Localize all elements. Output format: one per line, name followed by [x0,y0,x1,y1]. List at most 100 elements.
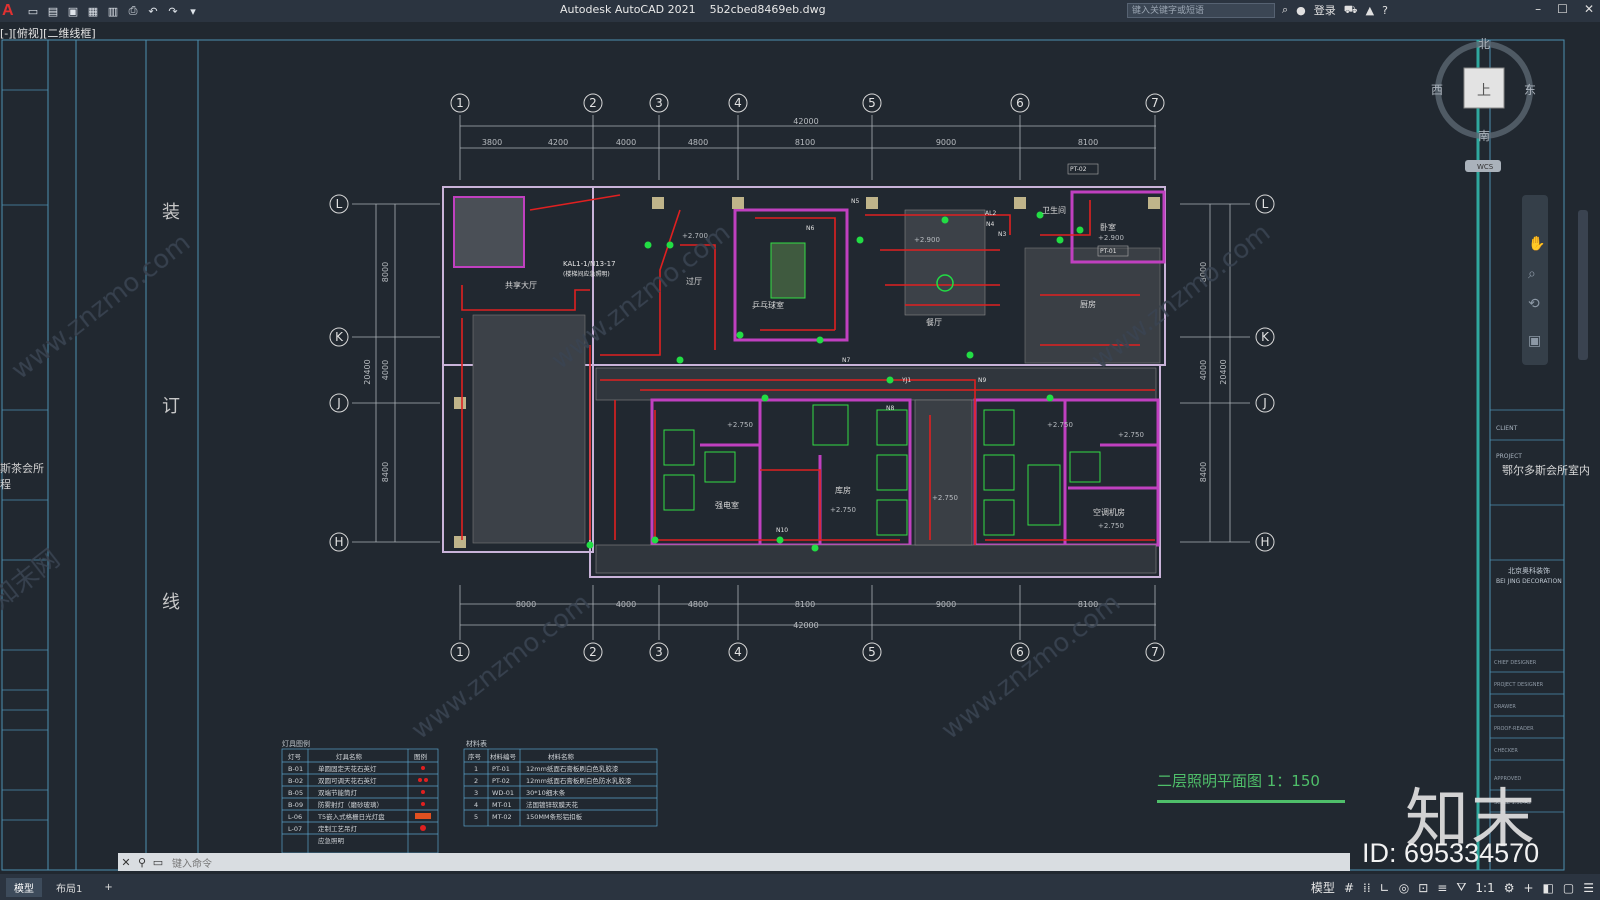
mat-h3: 材料名称 [548,752,575,761]
viewcube[interactable]: 上 北 南 西 东 WCS [1431,37,1536,172]
customize-dropdown-icon[interactable]: ▾ [186,4,200,18]
lamp-legend-text: 灯号 灯具名称 图例 B-01 单圆固定天花石英灯 B-02 双圆可调天花石英灯… [288,752,427,845]
cart-icon[interactable]: ⛟ [1344,3,1358,18]
role-project: PROJECT DESIGNER [1494,682,1544,688]
open-folder-icon[interactable]: ▤ [46,4,60,18]
snap-icon[interactable]: ⁞⁞ [1363,881,1371,895]
help-icon[interactable]: ? [1382,4,1388,17]
watermark-url-5: www.znzmo.com [936,588,1126,746]
tag-yj1: YJ1 [901,377,911,384]
company-name-en: BEI JING DECORATION [1496,578,1562,585]
redo-icon[interactable]: ↷ [166,4,180,18]
nav-bar[interactable]: ✋ ⌕ ⟲ ▣ [1522,195,1548,365]
tag-pt01: PT-01 [1100,248,1117,255]
recent-cmd-icon[interactable]: ▭ [150,856,166,869]
menu-icon[interactable]: ☰ [1583,881,1594,895]
lamp-r1c2: 单圆固定天花石英灯 [318,764,377,773]
watermark-url-1: www.znzmo.com [6,228,196,386]
lamp-r2c1: B-02 [288,777,303,785]
customize-cmd-icon[interactable]: ⚲ [134,856,150,869]
fullscreen-icon[interactable]: ▢ [1563,881,1574,895]
file-name: 5b2cbed8469eb.dwg [709,3,826,16]
tab-add[interactable]: + [96,880,120,895]
lamp-legend-symbols [415,766,431,831]
side-dim-2: 4000 [381,360,390,380]
maximize-icon[interactable]: ☐ [1557,2,1568,16]
tag-n4: N4 [986,221,994,228]
minimize-icon[interactable]: – [1535,2,1541,16]
login-button[interactable]: 登录 [1314,2,1336,18]
polar-icon[interactable]: ◎ [1399,881,1409,895]
mat-r1c1: 1 [474,765,478,773]
command-line[interactable]: ✕ ⚲ ▭ 键入命令 [118,853,1350,871]
mat-r4c2: MT-01 [492,801,512,809]
annotation-icon[interactable]: ⛛ [1456,880,1466,895]
lineweight-icon[interactable]: ≡ [1437,881,1447,895]
lamp-r1c1: B-01 [288,765,303,773]
tag-n7: N7 [842,357,850,364]
binding-mark-zhuang: 装 [162,202,180,223]
corridor-band [595,367,1157,401]
grid-row-K-left: K [335,330,344,344]
search-icon[interactable]: ⌕ [1282,3,1288,17]
side-dim-1: 8000 [381,262,390,282]
isolate-icon[interactable]: ◧ [1543,881,1554,895]
room-shared-hall: 共享大厅 [505,280,537,290]
drawing-canvas[interactable]: 斯茶会所 程 装 订 线 CLIENT PROJECT 鄂尔多斯会所室内 北京奥… [0,22,1600,874]
tag-n10: N10 [776,527,788,534]
autocad-logo-icon[interactable]: A [2,2,20,20]
side-total-left: 20400 [363,359,372,384]
mat-r3c1: 3 [474,789,478,797]
save-icon[interactable]: ▣ [66,4,80,18]
print-icon[interactable]: ⎙ [126,4,140,18]
user-icon[interactable]: ● [1296,4,1306,17]
model-space-button[interactable]: 模型 [1311,879,1335,896]
grid-icon[interactable]: # [1344,881,1354,895]
top-dim-5: 8100 [795,138,815,147]
osnap-icon[interactable]: ⊡ [1418,881,1428,895]
room-toilet: 卫生间 [1042,205,1066,215]
tag-n8: N8 [886,405,894,412]
showmotion-icon: ▣ [1528,333,1541,349]
viewport-controls-label[interactable]: [-][俯视][二维线框] [0,25,96,41]
project-label: PROJECT [1496,453,1522,460]
grid-row-L-right: L [1262,197,1269,211]
search-input[interactable]: 键入关键字或短语 [1127,3,1275,18]
plan-title: 二层照明平面图 1：150 [1157,772,1320,790]
mat-h2: 材料编号 [490,752,517,761]
grid-row-H-left: H [334,535,343,549]
mat-r1c3: 12mm纸面石膏板刷白色乳胶漆 [526,764,619,773]
annotation-scale[interactable]: 1:1 [1475,881,1494,895]
title-block-left-line1: 斯茶会所 [0,462,44,475]
tab-model[interactable]: 模型 [6,877,42,897]
compass-north: 北 [1478,37,1490,51]
grid-col-2-bottom: 2 [589,645,597,659]
stair-2 [1027,464,1061,526]
plot-icon[interactable]: ▥ [106,4,120,18]
grid-col-7-top: 7 [1151,96,1159,110]
pingpong-table [770,242,806,299]
mat-h1: 序号 [468,752,482,761]
side-total-right: 20400 [1219,359,1228,384]
lower-band [595,544,1157,574]
ortho-icon[interactable]: ∟ [1380,881,1390,895]
ceiling-mark-9: +2.750 [932,494,958,502]
close-cmd-icon[interactable]: ✕ [118,856,134,869]
room-bedroom: 卧室 [1100,222,1116,232]
room-ac-machine: 空调机房 [1093,507,1125,517]
floor-plan: 共享大厅 过厅 乒乓球室 餐厅 卫生间 卧室 厨房 强电室 库房 空调机房 +2… [442,163,1166,578]
a360-icon[interactable]: ▲ [1366,4,1374,17]
undo-icon[interactable]: ↶ [146,4,160,18]
plus-icon[interactable]: + [1523,881,1533,895]
tab-layout1[interactable]: 布局1 [48,878,90,897]
command-input[interactable]: 键入命令 [172,855,212,870]
close-icon[interactable]: ✕ [1584,2,1594,16]
room-kitchen: 厨房 [1080,299,1096,309]
compass-west: 西 [1431,83,1443,97]
settings-icon[interactable]: ⚙ [1504,881,1515,895]
save-as-icon[interactable]: ▦ [86,4,100,18]
pan-icon: ✋ [1528,235,1545,252]
new-file-icon[interactable]: ▭ [26,4,40,18]
vertical-scrollbar[interactable] [1578,210,1588,360]
lamp-legend-caption: 灯具图例 [282,739,310,748]
